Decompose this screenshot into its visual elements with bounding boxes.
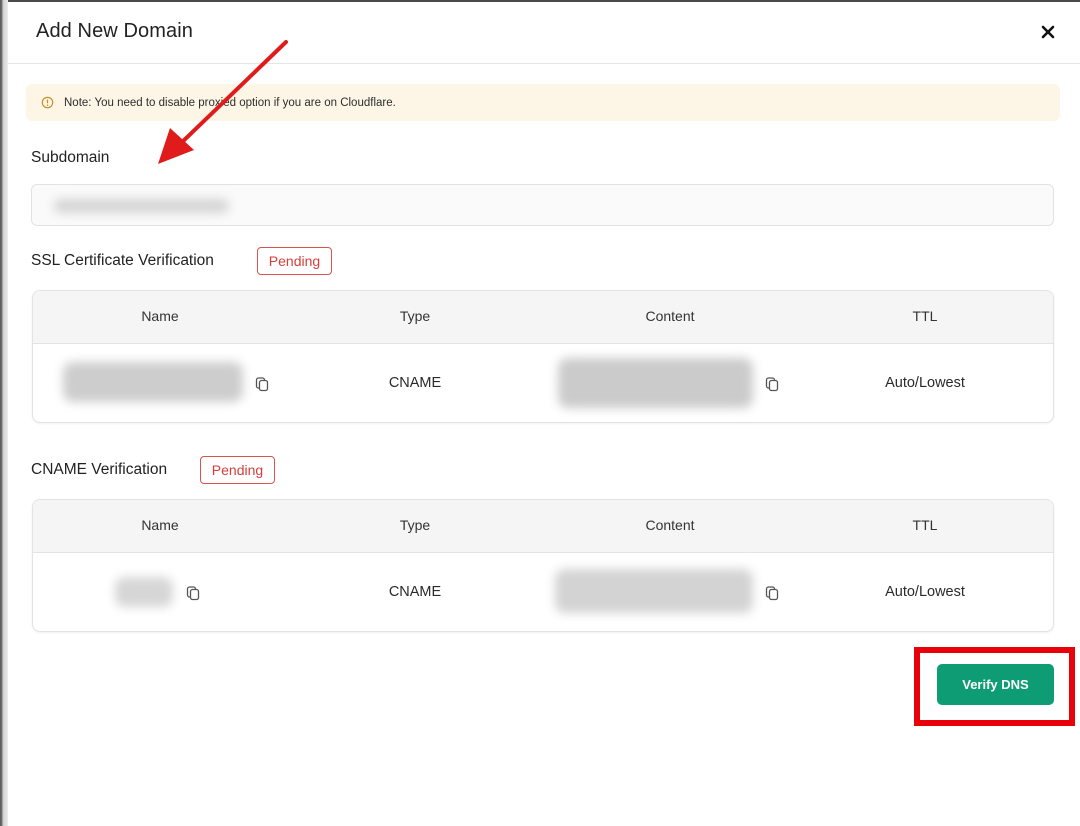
column-header-name: Name bbox=[141, 517, 179, 533]
verify-dns-button[interactable]: Verify DNS bbox=[937, 664, 1054, 705]
info-circle-icon bbox=[41, 96, 54, 109]
subdomain-input[interactable] bbox=[31, 184, 1054, 226]
redacted-record-content bbox=[558, 358, 753, 408]
annotation-arrow-icon bbox=[158, 40, 288, 164]
close-icon bbox=[1041, 25, 1055, 39]
copy-name-icon[interactable] bbox=[185, 585, 201, 601]
record-type: CNAME bbox=[388, 375, 442, 391]
column-header-content: Content bbox=[645, 308, 695, 324]
redacted-record-name bbox=[63, 362, 243, 402]
redacted-record-content bbox=[555, 569, 753, 613]
table-header: Name Type Content TTL bbox=[33, 500, 1053, 553]
cname-section-title: CNAME Verification bbox=[31, 461, 168, 478]
record-ttl: Auto/Lowest bbox=[885, 375, 965, 391]
copy-content-icon[interactable] bbox=[764, 585, 780, 601]
ssl-section-title: SSL Certificate Verification bbox=[31, 252, 214, 269]
table-row: CNAME Auto/Lowest bbox=[33, 344, 1053, 422]
cname-status-badge: Pending bbox=[200, 456, 275, 484]
column-header-name: Name bbox=[141, 308, 179, 324]
column-header-type: Type bbox=[399, 517, 431, 533]
redacted-subdomain-value bbox=[54, 199, 229, 213]
window-left-edge bbox=[0, 0, 8, 826]
column-header-type: Type bbox=[399, 308, 431, 324]
column-header-ttl: TTL bbox=[912, 517, 938, 533]
record-ttl: Auto/Lowest bbox=[885, 584, 965, 600]
subdomain-label: Subdomain bbox=[31, 149, 110, 166]
table-row: CNAME Auto/Lowest bbox=[33, 553, 1053, 631]
ssl-records-table: Name Type Content TTL CNAME Auto/Lowest bbox=[32, 290, 1054, 423]
copy-content-icon[interactable] bbox=[764, 376, 780, 392]
column-header-content: Content bbox=[645, 517, 695, 533]
redacted-record-name bbox=[115, 577, 173, 607]
record-type: CNAME bbox=[388, 584, 442, 600]
close-button[interactable] bbox=[1038, 22, 1058, 42]
ssl-status-badge: Pending bbox=[257, 247, 332, 275]
cname-records-table: Name Type Content TTL CNAME Auto/Lowest bbox=[32, 499, 1054, 632]
copy-name-icon[interactable] bbox=[254, 376, 270, 392]
column-header-ttl: TTL bbox=[912, 308, 938, 324]
table-header: Name Type Content TTL bbox=[33, 291, 1053, 344]
